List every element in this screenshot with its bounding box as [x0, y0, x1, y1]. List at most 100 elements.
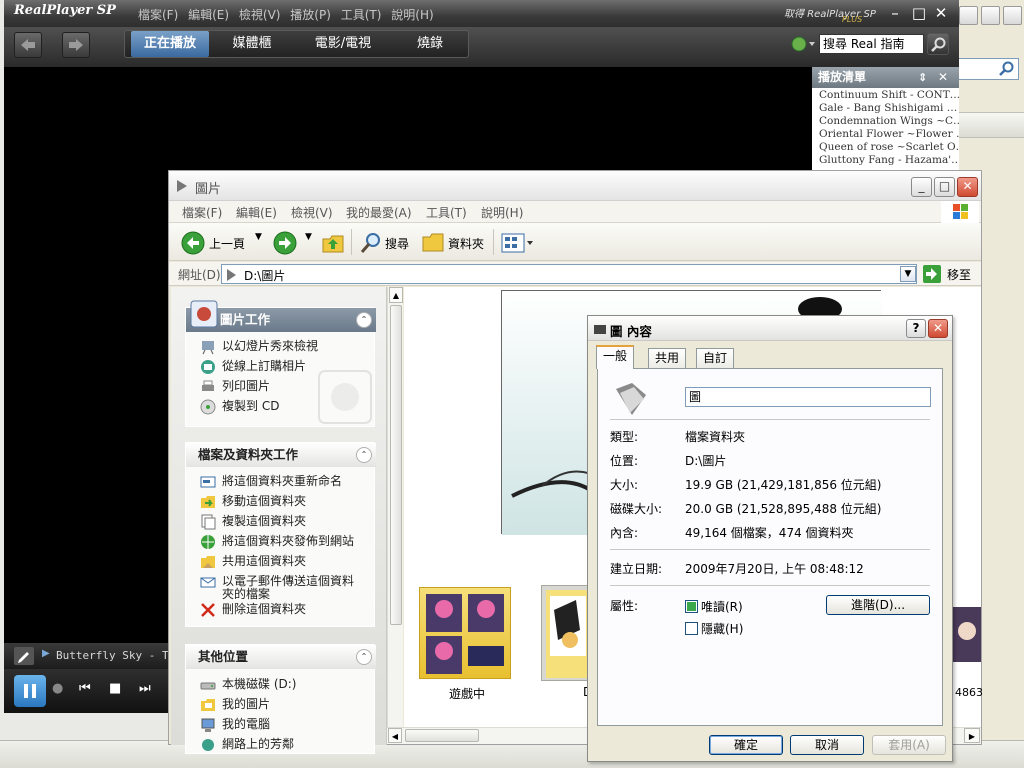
task-copy-to-cd[interactable]: 複製到 CD [222, 400, 279, 413]
explorer-maximize-button[interactable]: □ [934, 177, 955, 197]
go-button-label[interactable]: 移至 [947, 266, 971, 283]
forward-icon[interactable] [273, 231, 297, 255]
stop-dot-icon[interactable]: ● [52, 681, 63, 696]
horizontal-scroll-thumb[interactable] [405, 729, 479, 742]
search-button-label[interactable]: 搜尋 [385, 235, 409, 252]
task-rename[interactable]: 將這個資料夾重新命名 [222, 475, 342, 488]
other-places-header[interactable]: 其他位置 ⌃ [186, 645, 376, 669]
task-copy[interactable]: 複製這個資料夾 [222, 515, 306, 528]
place-my-computer[interactable]: 我的電腦 [222, 718, 270, 731]
rp-minimize-button[interactable]: – [886, 4, 904, 22]
scroll-up-button[interactable]: ▲ [389, 287, 403, 303]
dialog-close-button[interactable]: ✕ [928, 319, 948, 338]
folders-button-label[interactable]: 資料夾 [448, 235, 484, 252]
playlist-item[interactable]: Gluttony Fang - Hazama'… [812, 154, 959, 167]
hidden-label[interactable]: 隱藏(H) [701, 620, 743, 637]
tasks-scrollbar[interactable]: ▲ [387, 287, 403, 727]
back-icon[interactable] [181, 231, 205, 255]
place-network[interactable]: 網路上的芳鄰 [222, 738, 294, 751]
ex-menu-favorites[interactable]: 我的最愛(A) [346, 204, 412, 221]
readonly-label[interactable]: 唯讀(R) [701, 598, 743, 615]
address-input[interactable]: D:\圖片 ▼ [221, 264, 917, 284]
folder-name[interactable]: 遊戲中 [449, 685, 485, 702]
help-button[interactable]: ? [906, 319, 926, 338]
bg-search-field[interactable] [958, 58, 1019, 80]
task-share[interactable]: 共用這個資料夾 [222, 555, 306, 568]
stop-button[interactable]: ■ [109, 681, 121, 696]
folders-icon[interactable] [421, 231, 445, 255]
task-slideshow[interactable]: 以幻燈片秀來檢視 [222, 340, 318, 353]
rp-close-button[interactable]: ✕ [932, 4, 950, 22]
file-tasks-header[interactable]: 檔案及資料夾工作 ⌃ [186, 443, 376, 467]
playlist-item[interactable]: Oriental Flower ~Flower … [812, 128, 959, 141]
playlist-close-icon[interactable]: ✕ [938, 67, 948, 88]
collapse-chevron-icon[interactable]: ⌃ [356, 312, 372, 328]
place-local-disk[interactable]: 本機磁碟 (D:) [222, 678, 296, 691]
rp-menu-help[interactable]: 說明(H) [391, 8, 433, 22]
folder-up-icon[interactable] [321, 231, 345, 255]
playlist-item[interactable]: Continuum Shift - CONT… [812, 89, 959, 102]
rp-menu-play[interactable]: 播放(P) [290, 8, 331, 22]
views-icon[interactable] [501, 232, 535, 254]
address-dropdown-button[interactable]: ▼ [900, 266, 916, 282]
rp-menu-edit[interactable]: 編輯(E) [188, 8, 229, 22]
tab-library[interactable]: 媒體櫃 [215, 31, 289, 57]
task-publish[interactable]: 將這個資料夾發佈到網站 [222, 535, 354, 548]
tab-customize[interactable]: 自訂 [696, 348, 735, 368]
cancel-button[interactable]: 取消 [790, 735, 864, 755]
tab-burn[interactable]: 燒錄 [397, 31, 463, 57]
rp-menu-file[interactable]: 檔案(F) [138, 8, 178, 22]
place-my-pictures[interactable]: 我的圖片 [222, 698, 270, 711]
explorer-close-button[interactable]: ✕ [957, 177, 978, 197]
playlist-item[interactable]: Queen of rose ~Scarlet O… [812, 141, 959, 154]
ok-button[interactable]: 確定 [709, 735, 783, 755]
readonly-checkbox[interactable] [685, 600, 698, 613]
scroll-right-button[interactable]: ▶ [964, 728, 980, 743]
collapse-chevron-icon[interactable]: ⌃ [356, 447, 372, 463]
task-email[interactable]: 以電子郵件傳送這個資料夾的檔案 [222, 575, 362, 601]
rp-back-button[interactable] [14, 32, 42, 58]
scroll-left-button[interactable]: ◀ [388, 728, 402, 743]
task-print[interactable]: 列印圖片 [222, 380, 270, 393]
collapse-chevron-icon[interactable]: ⌃ [356, 649, 372, 665]
playlist-item[interactable]: Gale - Bang Shishigami … [812, 102, 959, 115]
bg-maximize-button[interactable] [981, 6, 1000, 25]
search-icon[interactable] [359, 231, 383, 255]
task-order-prints[interactable]: 從線上訂購相片 [222, 360, 306, 373]
globe-icon[interactable] [791, 36, 817, 52]
rp-search-button[interactable] [927, 33, 949, 55]
scroll-thumb[interactable] [390, 305, 402, 625]
back-button-label[interactable]: 上一頁 [209, 235, 245, 252]
tab-general[interactable]: 一般 [596, 345, 635, 369]
playlist-collapse-icon[interactable]: ⇕ [918, 67, 927, 88]
ex-menu-file[interactable]: 檔案(F) [182, 204, 222, 221]
ex-menu-help[interactable]: 說明(H) [481, 204, 523, 221]
bg-close-button[interactable] [1003, 6, 1022, 25]
tab-movies-tv[interactable]: 電影/電視 [295, 31, 391, 57]
picture-tasks-header[interactable]: 圖片工作 ⌃ [186, 300, 376, 332]
previous-track-button[interactable]: ⏮ [79, 681, 91, 696]
task-delete[interactable]: 刪除這個資料夾 [222, 603, 306, 616]
tab-now-playing[interactable]: 正在播放 [131, 31, 209, 57]
folder-name-input[interactable]: 圖 [685, 387, 931, 407]
go-arrow-icon[interactable] [923, 265, 941, 283]
image-thumbnail[interactable] [953, 607, 981, 662]
bg-minimize-button[interactable] [959, 6, 978, 25]
task-move[interactable]: 移動這個資料夾 [222, 495, 306, 508]
ex-menu-edit[interactable]: 編輯(E) [236, 204, 277, 221]
pause-button[interactable] [14, 675, 46, 707]
folder-thumbnail[interactable] [419, 587, 511, 679]
explorer-minimize-button[interactable]: _ [911, 177, 932, 197]
back-dropdown-icon[interactable]: ▼ [255, 232, 262, 242]
forward-dropdown-icon[interactable]: ▼ [305, 232, 312, 242]
tab-sharing[interactable]: 共用 [648, 348, 687, 368]
ex-menu-tools[interactable]: 工具(T) [426, 204, 467, 221]
edit-pencil-icon[interactable] [14, 647, 34, 665]
hidden-checkbox[interactable] [685, 622, 698, 635]
rp-forward-button[interactable] [62, 32, 90, 58]
rp-maximize-button[interactable]: □ [910, 4, 928, 22]
playlist-item[interactable]: Condemnation Wings ~C… [812, 115, 959, 128]
rp-menu-view[interactable]: 檢視(V) [239, 8, 281, 22]
ex-menu-view[interactable]: 檢視(V) [291, 204, 333, 221]
rp-search-input[interactable]: 搜尋 Real 指南 [819, 34, 924, 54]
